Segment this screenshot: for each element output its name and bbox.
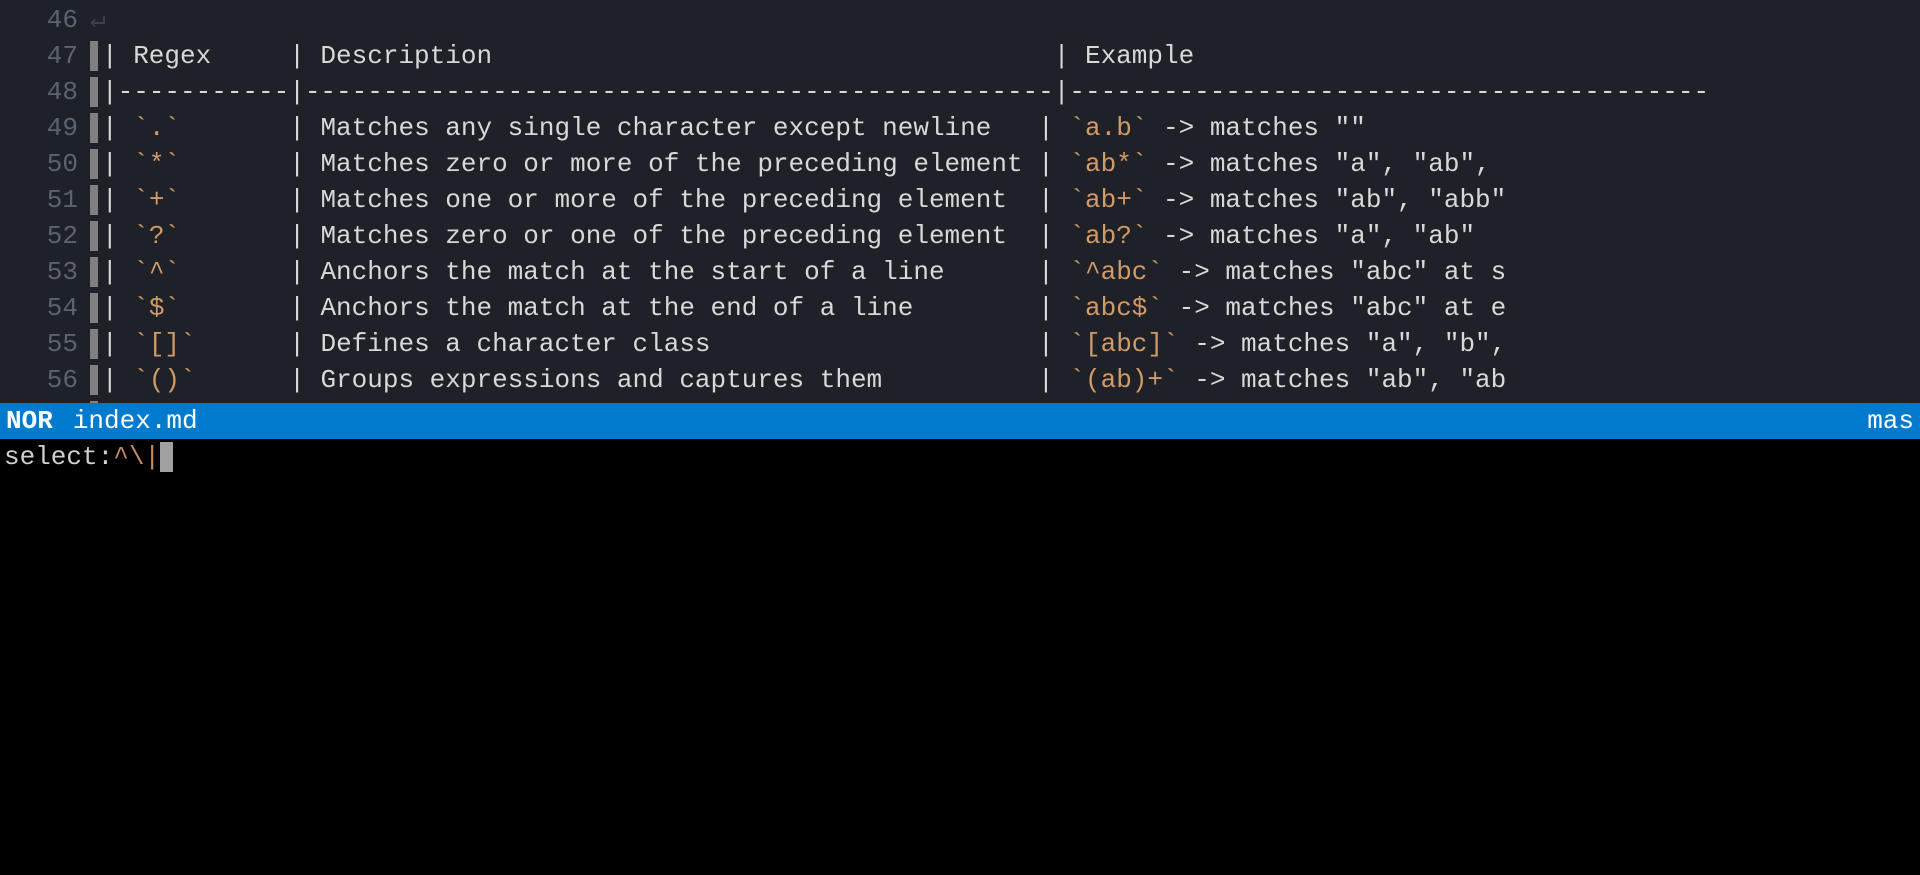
- status-bar: NOR index.md mas: [0, 403, 1920, 439]
- editor-root: 46↵47| Regex | Description | Example48|-…: [0, 0, 1920, 875]
- selection-bar-icon: [90, 329, 98, 359]
- code-line[interactable]: 47| Regex | Description | Example: [0, 38, 1920, 74]
- filename: index.md: [73, 403, 1867, 439]
- selection-bar-icon: [90, 113, 98, 143]
- selection-bar-icon: [90, 365, 98, 395]
- command-text: ^\|: [113, 439, 160, 475]
- line-number: 48: [0, 74, 90, 110]
- selection-bar-icon: [90, 185, 98, 215]
- code-line[interactable]: 55| `[]` | Defines a character class | `…: [0, 326, 1920, 362]
- line-number: 54: [0, 290, 90, 326]
- status-right: mas: [1867, 403, 1914, 439]
- line-number: 49: [0, 110, 90, 146]
- line-content: | `+` | Matches one or more of the prece…: [90, 182, 1920, 218]
- line-content: ↵: [90, 2, 1920, 38]
- line-number: 52: [0, 218, 90, 254]
- line-number: 56: [0, 362, 90, 398]
- line-content: | `^` | Anchors the match at the start o…: [90, 254, 1920, 290]
- line-content: | `?` | Matches zero or one of the prece…: [90, 218, 1920, 254]
- selection-bar-icon: [90, 221, 98, 251]
- code-line[interactable]: 53| `^` | Anchors the match at the start…: [0, 254, 1920, 290]
- line-content: |-----------|---------------------------…: [90, 74, 1920, 110]
- line-number: 51: [0, 182, 90, 218]
- line-content: | Regex | Description | Example: [90, 38, 1920, 74]
- line-content: | `*` | Matches zero or more of the prec…: [90, 146, 1920, 182]
- line-number: 47: [0, 38, 90, 74]
- code-line[interactable]: 56| `()` | Groups expressions and captur…: [0, 362, 1920, 398]
- selection-bar-icon: [90, 149, 98, 179]
- code-line[interactable]: 52| `?` | Matches zero or one of the pre…: [0, 218, 1920, 254]
- line-content: | `[]` | Defines a character class | `[a…: [90, 326, 1920, 362]
- selection-bar-icon: [90, 257, 98, 287]
- code-area[interactable]: 46↵47| Regex | Description | Example48|-…: [0, 0, 1920, 403]
- code-line[interactable]: 51| `+` | Matches one or more of the pre…: [0, 182, 1920, 218]
- bottom-fill: [0, 475, 1920, 875]
- command-prefix: select:: [4, 439, 113, 475]
- code-line[interactable]: 46↵: [0, 2, 1920, 38]
- line-number: 53: [0, 254, 90, 290]
- mode-indicator: NOR: [6, 403, 73, 439]
- command-line[interactable]: select:^\|: [0, 439, 1920, 475]
- code-line[interactable]: 48|-----------|-------------------------…: [0, 74, 1920, 110]
- line-content: | `.` | Matches any single character exc…: [90, 110, 1920, 146]
- selection-bar-icon: [90, 77, 98, 107]
- line-content: | `()` | Groups expressions and captures…: [90, 362, 1920, 398]
- line-number: 55: [0, 326, 90, 362]
- line-number: 46: [0, 2, 90, 38]
- code-line[interactable]: 49| `.` | Matches any single character e…: [0, 110, 1920, 146]
- line-content: | `$` | Anchors the match at the end of …: [90, 290, 1920, 326]
- code-line[interactable]: 50| `*` | Matches zero or more of the pr…: [0, 146, 1920, 182]
- selection-bar-icon: [90, 41, 98, 71]
- selection-bar-icon: [90, 293, 98, 323]
- code-line[interactable]: 54| `$` | Anchors the match at the end o…: [0, 290, 1920, 326]
- line-number: 50: [0, 146, 90, 182]
- cursor-icon: [160, 442, 173, 472]
